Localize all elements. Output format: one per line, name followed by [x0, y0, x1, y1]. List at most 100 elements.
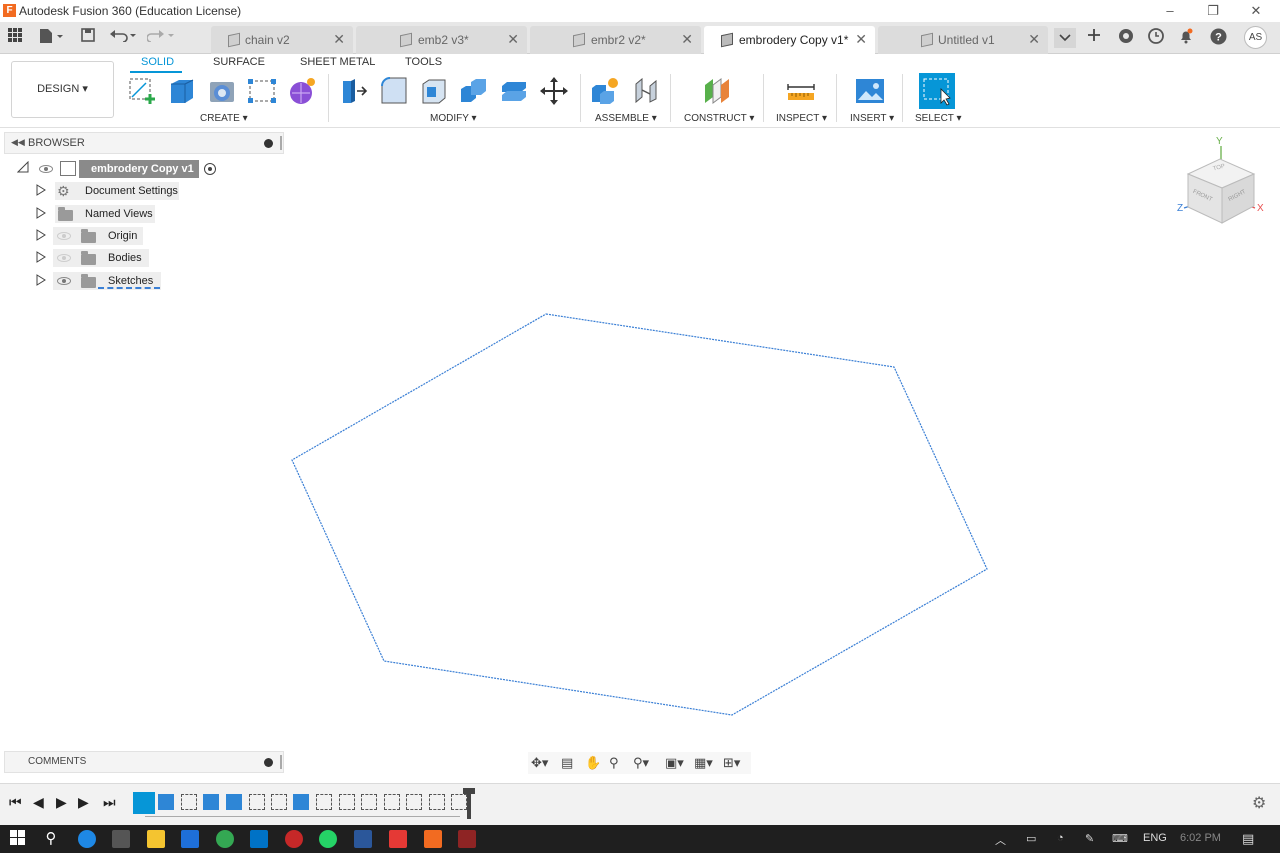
minimize-button[interactable]: –	[1150, 2, 1190, 20]
viewports-icon[interactable]: ⊞▾	[723, 755, 740, 771]
doc-tab-embrodery-copy[interactable]: embrodery Copy v1* ✕	[704, 26, 875, 54]
timeline-sketch-feature[interactable]	[316, 794, 332, 810]
timeline-sketch-feature[interactable]	[406, 794, 422, 810]
help-icon[interactable]: ?	[1208, 28, 1228, 48]
doc-tab-embr2[interactable]: embr2 v2* ✕	[530, 26, 701, 54]
timeline-end-icon[interactable]: ⏭	[103, 794, 116, 811]
browser-item-bodies[interactable]: Bodies	[36, 249, 151, 268]
create-menu[interactable]: CREATE ▾	[200, 113, 248, 124]
tree-collapse-icon[interactable]	[16, 160, 29, 176]
whatsapp-icon[interactable]	[319, 830, 337, 848]
restore-button[interactable]: ❐	[1193, 2, 1233, 20]
timeline-prev-icon[interactable]: ◀	[33, 794, 44, 811]
redo-icon[interactable]	[146, 28, 176, 48]
assemble-menu[interactable]: ASSEMBLE ▾	[595, 113, 657, 124]
tree-expand-icon[interactable]	[36, 251, 46, 266]
battery-icon[interactable]: ▭	[1026, 832, 1036, 845]
browser-item-document-settings[interactable]: ⚙ Document Settings	[36, 182, 186, 201]
timeline-next-icon[interactable]: ▶	[78, 794, 89, 811]
activate-radio-icon[interactable]	[204, 163, 216, 175]
display-settings-icon[interactable]: ▣▾	[665, 755, 684, 771]
tab-sheet-metal[interactable]: SHEET METAL	[300, 56, 375, 68]
data-panel-grid-icon[interactable]	[6, 28, 24, 48]
look-at-icon[interactable]: ▤	[561, 755, 573, 771]
notifications-icon[interactable]: ▤	[1242, 831, 1254, 847]
close-tab-icon[interactable]: ✕	[333, 31, 345, 48]
new-tab-plus-icon[interactable]	[1084, 28, 1104, 48]
add-comment-icon[interactable]	[264, 758, 273, 767]
shell-icon[interactable]	[419, 76, 449, 106]
timeline-marker-head[interactable]	[463, 788, 475, 794]
close-tab-icon[interactable]: ✕	[507, 31, 519, 48]
timeline-play-icon[interactable]: ▶	[56, 794, 67, 811]
close-tab-icon[interactable]: ✕	[1028, 31, 1040, 48]
timeline-sketch-feature[interactable]	[429, 794, 445, 810]
user-avatar[interactable]: AS	[1244, 26, 1267, 49]
browser-pin-icon[interactable]	[264, 139, 273, 148]
tree-expand-icon[interactable]	[36, 184, 46, 199]
word-icon[interactable]	[354, 830, 372, 848]
doc-tab-untitled[interactable]: Untitled v1 ✕	[878, 26, 1048, 54]
edge-browser-icon[interactable]	[78, 830, 96, 848]
browser-root-node[interactable]: embrodery Copy v1	[16, 160, 227, 179]
file-explorer-icon[interactable]	[147, 830, 165, 848]
timeline-extrude-feature[interactable]	[226, 794, 242, 810]
fusion-taskbar-icon[interactable]	[424, 830, 442, 848]
timeline-start-icon[interactable]: ⏮	[9, 794, 22, 811]
revolve-icon[interactable]	[207, 76, 237, 106]
job-status-clock-icon[interactable]	[1146, 28, 1166, 48]
timeline-sketch-feature[interactable]	[249, 794, 265, 810]
mail-icon[interactable]	[181, 830, 199, 848]
doc-tab-chain[interactable]: chain v2 ✕	[211, 26, 353, 54]
view-cube[interactable]: Y Z X TOP FRONT RIGHT	[1172, 136, 1272, 236]
tab-overflow-chevron-icon[interactable]	[1054, 28, 1076, 48]
timeline-settings-gear-icon[interactable]: ⚙	[1252, 793, 1266, 813]
timeline-sketch-feature[interactable]	[384, 794, 400, 810]
visibility-eye-hidden-icon[interactable]	[57, 254, 71, 262]
panel-resize-handle[interactable]	[280, 136, 282, 150]
file-menu-icon[interactable]	[36, 28, 66, 48]
extensions-icon[interactable]	[1116, 28, 1136, 48]
undo-icon[interactable]	[108, 28, 138, 48]
tab-surface[interactable]: SURFACE	[213, 56, 265, 68]
browser-panel-header[interactable]: ◀◀ BROWSER	[4, 132, 284, 154]
language-indicator[interactable]: ENG	[1143, 832, 1167, 844]
windows-start-icon[interactable]	[9, 830, 27, 848]
pan-hand-icon[interactable]: ✋	[585, 755, 601, 771]
browser-item-origin[interactable]: Origin	[36, 227, 146, 246]
insert-image-icon[interactable]	[855, 76, 885, 106]
tray-expand-icon[interactable]: ︿	[995, 832, 1006, 848]
visibility-eye-hidden-icon[interactable]	[57, 232, 71, 240]
timeline-sketch-feature-selected[interactable]	[133, 792, 155, 814]
timeline-sketch-feature[interactable]	[271, 794, 287, 810]
panel-resize-handle[interactable]	[280, 755, 282, 769]
timeline-extrude-feature[interactable]	[293, 794, 309, 810]
joint-icon[interactable]	[631, 76, 661, 106]
construct-menu[interactable]: CONSTRUCT ▾	[684, 113, 754, 124]
new-component-icon[interactable]	[590, 76, 620, 106]
timeline-sketch-feature[interactable]	[181, 794, 197, 810]
create-form-icon[interactable]	[287, 76, 317, 106]
tab-tools[interactable]: TOOLS	[405, 56, 442, 68]
timeline-extrude-feature[interactable]	[158, 794, 174, 810]
orbit-icon[interactable]: ✥▾	[531, 755, 548, 771]
workspace-switcher-button[interactable]: DESIGN ▾	[11, 61, 114, 118]
browser-item-sketches[interactable]: Sketches	[36, 272, 166, 291]
zoom-icon[interactable]: ⚲	[609, 755, 619, 771]
search-icon[interactable]: ⚲	[42, 830, 60, 848]
insert-menu[interactable]: INSERT ▾	[850, 113, 894, 124]
app-m-icon[interactable]	[389, 830, 407, 848]
grid-settings-icon[interactable]: ▦▾	[694, 755, 713, 771]
close-window-button[interactable]: ✕	[1236, 2, 1276, 20]
close-tab-icon[interactable]: ✕	[855, 31, 867, 48]
outlook-icon[interactable]	[250, 830, 268, 848]
move-copy-icon[interactable]	[539, 76, 569, 106]
collapse-browser-icon[interactable]: ◀◀	[11, 137, 25, 148]
offset-plane-icon[interactable]	[702, 76, 732, 106]
select-menu[interactable]: SELECT ▾	[915, 113, 962, 124]
app-taskbar-icon[interactable]	[458, 830, 476, 848]
clock[interactable]: 6:02 PM	[1180, 832, 1221, 844]
timeline-extrude-feature[interactable]	[203, 794, 219, 810]
combine-icon[interactable]	[459, 76, 489, 106]
press-pull-icon[interactable]	[339, 76, 369, 106]
